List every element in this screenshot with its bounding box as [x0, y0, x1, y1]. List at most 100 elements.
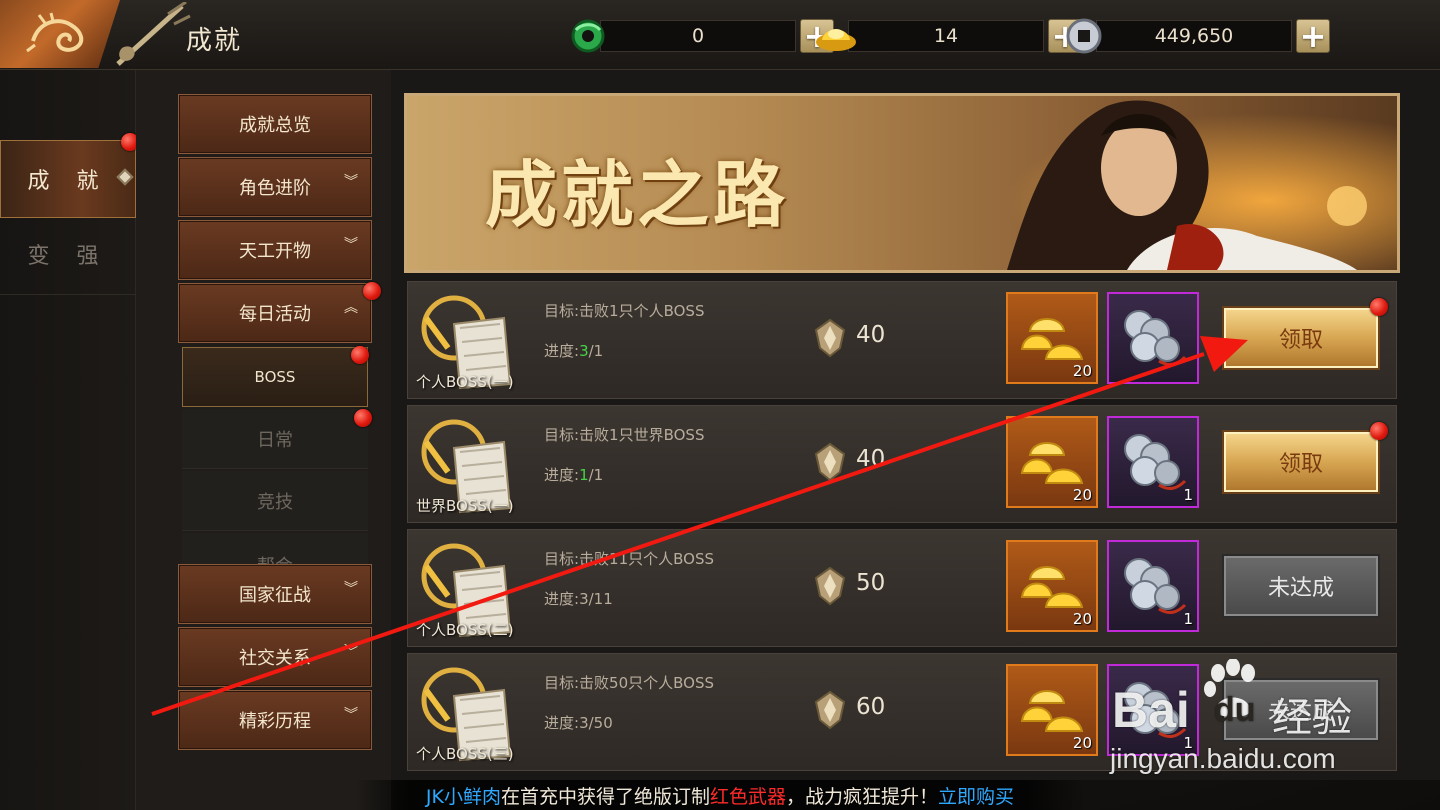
- achievement-points-icon: [814, 318, 846, 358]
- achievement-progress: 进度:3/1: [544, 340, 603, 361]
- ticker-text: ，战力疯狂提升！: [786, 785, 939, 808]
- achievement-points: 60: [856, 694, 886, 720]
- tab-strengthen[interactable]: 变 强: [0, 215, 136, 293]
- tab-achievement-label: 成 就: [27, 169, 109, 194]
- reward-count: 20: [1072, 734, 1092, 752]
- category-role-label: 角色进阶: [239, 178, 311, 199]
- progress-total: /1: [588, 342, 604, 360]
- progress-current: 3: [579, 714, 589, 732]
- reward-count: 1: [1183, 610, 1193, 628]
- achievement-row: 世界BOSS(一) 目标:击败1只世界BOSS 进度:1/1 40 20 1 领…: [407, 405, 1397, 523]
- chevron-down-icon: ︾: [344, 237, 358, 253]
- jade-icon: [571, 19, 605, 53]
- reward-coin-string[interactable]: [1107, 292, 1199, 384]
- achievement-row: 个人BOSS(三) 目标:击败50只个人BOSS 进度:3/50 60 20 1…: [407, 653, 1397, 771]
- subcategory-guild[interactable]: 帮会: [182, 533, 368, 565]
- coin-string-icon: [1124, 434, 1187, 490]
- ticker-highlight: 红色武器: [710, 785, 787, 808]
- subcategory-daily[interactable]: 日常: [182, 409, 372, 469]
- not-achieved-label: 未达成: [1267, 576, 1334, 601]
- progress-total: /50: [588, 714, 613, 732]
- reward-count: 20: [1072, 486, 1092, 504]
- achievement-goal: 目标:击败1只个人BOSS: [544, 302, 705, 320]
- reward-coin-string[interactable]: 1: [1107, 416, 1199, 508]
- achievement-points-icon: [814, 690, 846, 730]
- achievement-goal: 目标:击败1只世界BOSS: [544, 426, 705, 444]
- progress-total: /1: [588, 466, 604, 484]
- reward-gold-ingot[interactable]: 20: [1006, 292, 1098, 384]
- category-overview[interactable]: 成就总览: [178, 94, 372, 154]
- progress-label: 进度:: [544, 342, 580, 360]
- achievement-progress: 进度:1/1: [544, 464, 603, 485]
- category-overview-label: 成就总览: [239, 115, 311, 136]
- reward-coin-string[interactable]: 1: [1107, 664, 1199, 756]
- progress-label: 进度:: [544, 590, 580, 608]
- reward-count: 20: [1072, 610, 1092, 628]
- ticker-player-name[interactable]: JK小鲜肉: [426, 782, 501, 809]
- progress-total: /11: [588, 590, 613, 608]
- gold-ingot-icon: [1020, 442, 1084, 484]
- category-history[interactable]: 精彩历程 ︾: [178, 690, 372, 750]
- ticker-buy-link[interactable]: 立即购买: [938, 782, 1014, 809]
- dragon-emblem-icon: [26, 12, 84, 53]
- tab-strengthen-label: 变 强: [27, 244, 109, 269]
- gold-ingot-icon: [1020, 318, 1084, 360]
- category-craft[interactable]: 天工开物 ︾: [178, 220, 372, 280]
- gold-ingot-icon: [1020, 566, 1084, 608]
- sword-ornament-icon: [116, 2, 191, 66]
- hero-portrait-icon: [877, 96, 1397, 270]
- category-daily-label: 每日活动: [239, 304, 311, 325]
- achievement-name: 个人BOSS(二): [416, 621, 514, 639]
- progress-label: 进度:: [544, 714, 580, 732]
- reward-gold-ingot[interactable]: 20: [1006, 416, 1098, 508]
- achievement-points: 40: [856, 322, 886, 348]
- subcategory-arena-label: 竞技: [257, 491, 293, 513]
- chevron-down-icon: ︾: [344, 581, 358, 597]
- chevron-up-icon: ︽: [344, 300, 358, 316]
- tab-divider: [0, 294, 136, 295]
- reward-count: 1: [1183, 734, 1193, 752]
- category-nation[interactable]: 国家征战 ︾: [178, 564, 372, 624]
- achievement-goal: 目标:击败11只个人BOSS: [544, 550, 715, 568]
- add-silver-button[interactable]: +: [1296, 19, 1330, 53]
- claim-button-label: 领取: [1278, 452, 1323, 477]
- achievement-progress: 进度:3/50: [544, 712, 613, 733]
- subcategory-boss-label: BOSS: [254, 368, 296, 386]
- category-nation-label: 国家征战: [239, 585, 311, 606]
- progress-current: 3: [579, 342, 589, 360]
- gold-value: 14: [848, 20, 1044, 52]
- achievement-points: 40: [856, 446, 886, 472]
- gold-currency: 14 +: [814, 18, 1082, 54]
- claim-button-label: 领取: [1278, 328, 1323, 353]
- progress-current: 3: [579, 590, 589, 608]
- achievement-row: 个人BOSS(一) 目标:击败1只个人BOSS 进度:3/1 40 20 领取: [407, 281, 1397, 399]
- banner-title: 成就之路: [485, 153, 790, 237]
- broadcast-ticker: JK小鲜肉 在首充中获得了绝版订制 红色武器 ，战力疯狂提升！ 立即购买: [355, 780, 1085, 810]
- subcategory-arena[interactable]: 竞技: [182, 471, 368, 531]
- left-tab-bar: 成 就 变 强: [0, 70, 139, 810]
- reward-gold-ingot[interactable]: 20: [1006, 664, 1098, 756]
- gold-ingot-icon: [1020, 690, 1084, 732]
- category-social[interactable]: 社交关系 ︾: [178, 627, 372, 687]
- subcategory-boss[interactable]: BOSS: [182, 346, 369, 407]
- back-button[interactable]: [0, 0, 120, 68]
- category-daily[interactable]: 每日活动 ︽: [178, 282, 381, 343]
- not-achieved-button[interactable]: 未达成: [1224, 556, 1378, 616]
- reward-gold-ingot[interactable]: 20: [1006, 540, 1098, 632]
- achievement-points-icon: [814, 442, 846, 482]
- reward-coin-string[interactable]: 1: [1107, 540, 1199, 632]
- not-achieved-button[interactable]: 未达成: [1224, 680, 1378, 740]
- category-craft-label: 天工开物: [239, 241, 311, 262]
- silver-value: 449,650: [1096, 20, 1292, 52]
- reward-count: 1: [1183, 486, 1193, 504]
- achievement-goal: 目标:击败50只个人BOSS: [544, 674, 715, 692]
- notification-dot-icon: [351, 346, 369, 364]
- category-role[interactable]: 角色进阶 ︾: [178, 157, 372, 217]
- claim-button[interactable]: 领取: [1224, 422, 1388, 492]
- tab-achievement[interactable]: 成 就: [0, 133, 139, 218]
- notification-dot-icon: [363, 282, 381, 300]
- achievement-name: 个人BOSS(三): [416, 745, 514, 763]
- chevron-down-icon: ︾: [344, 644, 358, 660]
- claim-button[interactable]: 领取: [1224, 298, 1388, 368]
- category-history-label: 精彩历程: [239, 711, 311, 732]
